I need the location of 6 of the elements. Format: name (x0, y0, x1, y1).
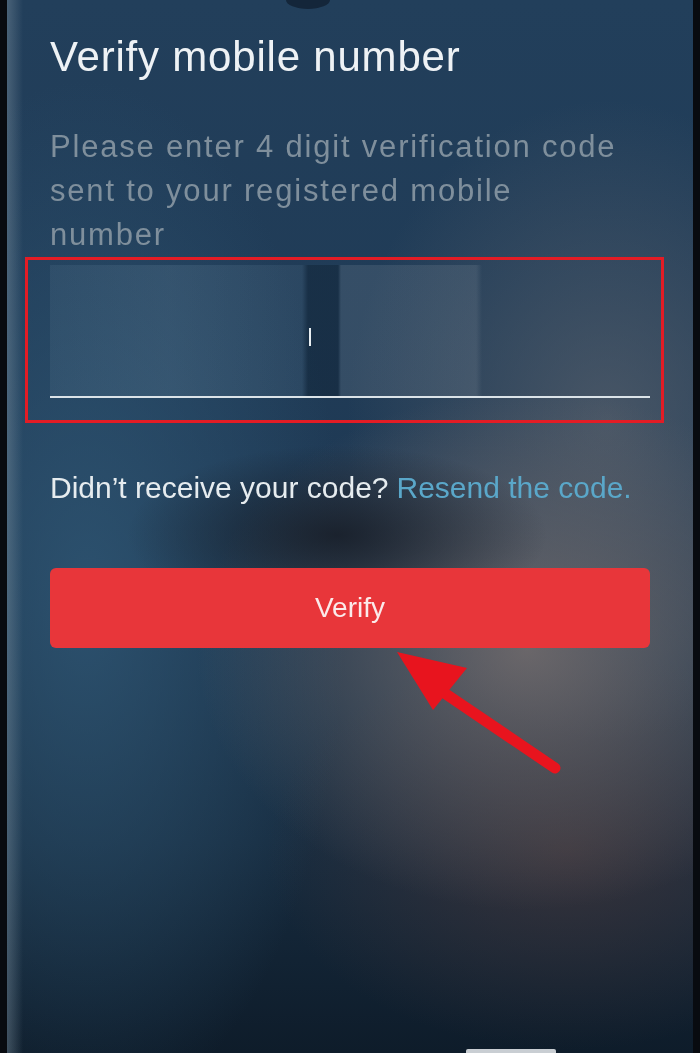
code-input-field[interactable] (50, 265, 650, 398)
screen-title: Verify mobile number (50, 32, 461, 82)
instructions-text: Please enter 4 digit verification code sent to your registered mobile number (50, 128, 618, 254)
resend-prompt: Didn’t receive your code? (50, 470, 389, 506)
resend-link[interactable]: Resend the code. (396, 470, 632, 506)
verify-button[interactable]: Verify (50, 568, 650, 648)
